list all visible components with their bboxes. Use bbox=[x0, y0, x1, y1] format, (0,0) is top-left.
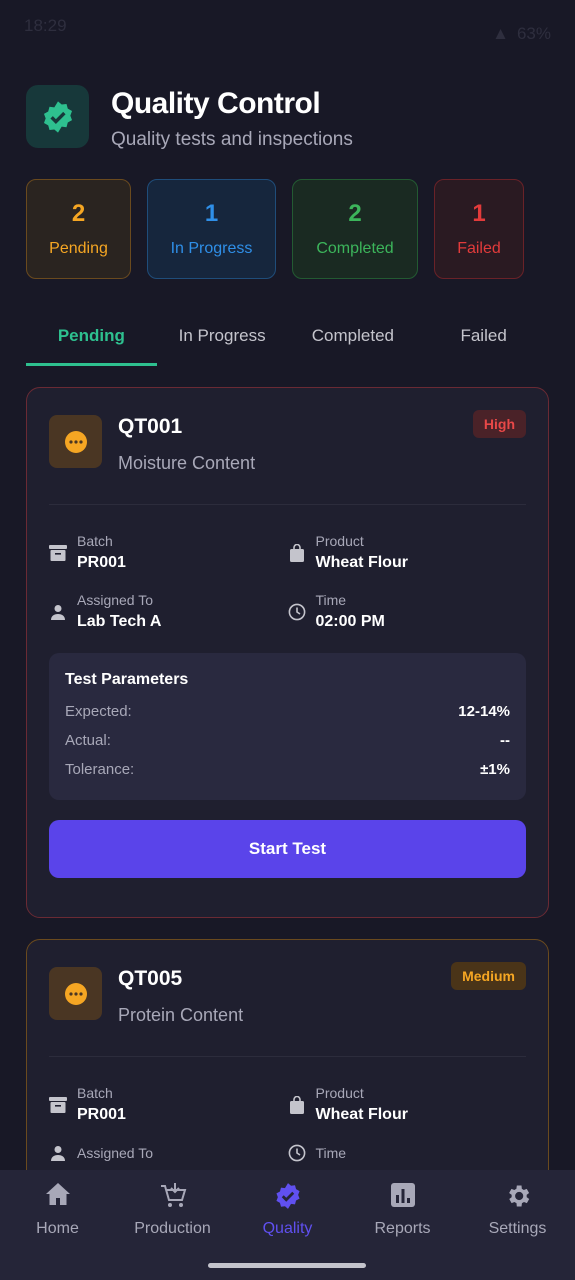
stat-count: 1 bbox=[204, 200, 219, 227]
clock-icon bbox=[288, 603, 306, 621]
status-summary: 2 Pending 1 In Progress 2 Completed 1 Fa… bbox=[26, 179, 524, 279]
nav-label: Home bbox=[36, 1220, 79, 1237]
archive-icon bbox=[49, 1096, 67, 1113]
page-subtitle: Quality tests and inspections bbox=[111, 129, 353, 150]
pending-dots-icon bbox=[49, 415, 102, 468]
test-name: Protein Content bbox=[118, 1005, 244, 1025]
priority-badge: High bbox=[472, 410, 526, 438]
assigned-value: Lab Tech A bbox=[77, 613, 162, 630]
nav-label: Reports bbox=[374, 1220, 431, 1237]
home-indicator[interactable] bbox=[208, 1263, 366, 1268]
tab-pending[interactable]: Pending bbox=[26, 318, 157, 368]
tab-completed[interactable]: Completed bbox=[288, 318, 419, 368]
page-title: Quality Control bbox=[111, 87, 321, 120]
assigned-label: Assigned To bbox=[77, 1145, 154, 1161]
person-icon bbox=[49, 604, 67, 620]
param-tolerance: Tolerance: ±1% bbox=[65, 761, 510, 778]
product-value: Wheat Flour bbox=[315, 1106, 408, 1123]
param-label: Actual: bbox=[65, 732, 111, 749]
cart-icon bbox=[115, 1182, 230, 1210]
shopping-bag-icon bbox=[288, 1095, 306, 1114]
tab-failed[interactable]: Failed bbox=[418, 318, 549, 368]
stat-count: 2 bbox=[71, 200, 86, 227]
tab-in-progress[interactable]: In Progress bbox=[157, 318, 288, 368]
time-value: 02:00 PM bbox=[315, 613, 385, 630]
time-label: Time bbox=[315, 1145, 347, 1161]
filter-tabs: Pending In Progress Completed Failed bbox=[26, 318, 549, 368]
page-header: Quality Control Quality tests and inspec… bbox=[26, 85, 353, 151]
stat-label: Pending bbox=[49, 240, 108, 257]
signal-icon: ▲ bbox=[492, 24, 509, 43]
status-time: 18:29 bbox=[24, 16, 67, 35]
param-expected: Expected: 12-14% bbox=[65, 703, 510, 720]
time-label: Time bbox=[315, 592, 347, 608]
param-label: Tolerance: bbox=[65, 761, 135, 778]
stat-in-progress[interactable]: 1 In Progress bbox=[147, 179, 276, 279]
product-label: Product bbox=[315, 533, 364, 549]
stat-count: 2 bbox=[348, 200, 362, 227]
batch-value: PR001 bbox=[77, 554, 126, 571]
bar-chart-icon bbox=[345, 1182, 460, 1210]
product-value: Wheat Flour bbox=[315, 554, 408, 571]
nav-settings[interactable]: Settings bbox=[460, 1170, 575, 1280]
archive-icon bbox=[49, 544, 67, 561]
test-parameters: Test Parameters Expected: 12-14% Actual: -… bbox=[49, 653, 526, 800]
test-id: QT001 bbox=[118, 415, 183, 438]
test-id: QT005 bbox=[118, 967, 183, 990]
verified-badge-icon bbox=[26, 85, 89, 148]
param-label: Expected: bbox=[65, 703, 132, 720]
verified-badge-icon bbox=[230, 1182, 345, 1210]
product-label: Product bbox=[315, 1085, 364, 1101]
nav-home[interactable]: Home bbox=[0, 1170, 115, 1280]
stat-count: 1 bbox=[472, 200, 486, 227]
batch-label: Batch bbox=[77, 1085, 113, 1101]
stat-completed[interactable]: 2 Completed bbox=[292, 179, 418, 279]
stat-pending[interactable]: 2 Pending bbox=[26, 179, 131, 279]
param-value: ±1% bbox=[480, 761, 510, 778]
stat-label: In Progress bbox=[170, 240, 253, 257]
home-icon bbox=[0, 1182, 115, 1210]
status-bar: 18:29 ▲ 63% bbox=[0, 0, 575, 52]
batch-label: Batch bbox=[77, 533, 113, 549]
stat-failed[interactable]: 1 Failed bbox=[434, 179, 524, 279]
clock-icon bbox=[288, 1144, 306, 1162]
nav-label: Quality bbox=[262, 1220, 313, 1237]
stat-label: Completed bbox=[316, 240, 394, 257]
assigned-label: Assigned To bbox=[77, 592, 154, 608]
stat-label: Failed bbox=[457, 240, 501, 257]
nav-label: Production bbox=[134, 1220, 211, 1237]
shopping-bag-icon bbox=[288, 543, 306, 562]
battery-level: 63% bbox=[516, 24, 551, 43]
nav-label: Settings bbox=[488, 1220, 547, 1237]
pending-dots-icon bbox=[49, 967, 102, 1020]
start-test-button[interactable]: Start Test bbox=[49, 820, 526, 878]
param-value: 12-14% bbox=[458, 703, 510, 720]
priority-badge: Medium bbox=[451, 962, 526, 990]
param-value: -- bbox=[500, 732, 510, 749]
person-icon bbox=[49, 1145, 67, 1161]
test-card[interactable]: QT001 Moisture Content High Batch PR001 P… bbox=[26, 387, 549, 918]
gear-icon bbox=[460, 1182, 575, 1210]
parameters-title: Test Parameters bbox=[65, 671, 189, 688]
batch-value: PR001 bbox=[77, 1106, 126, 1123]
param-actual: Actual: -- bbox=[65, 732, 510, 749]
test-name: Moisture Content bbox=[118, 453, 256, 473]
